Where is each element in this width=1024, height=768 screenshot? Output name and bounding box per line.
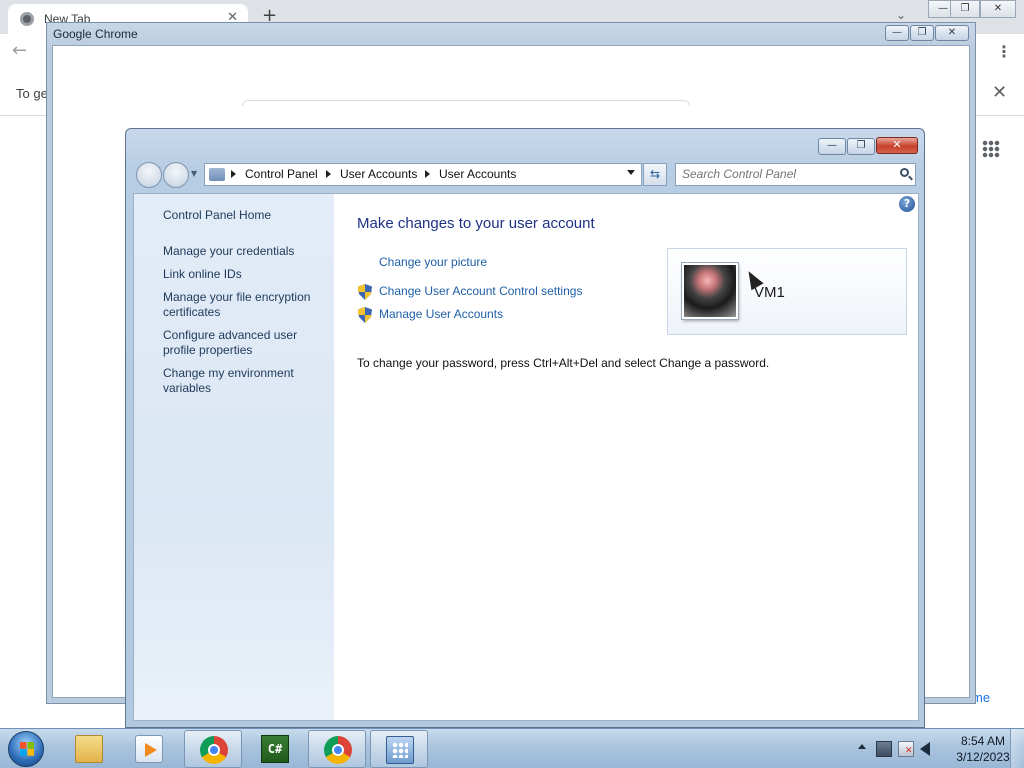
taskbar-chrome-button-2[interactable] <box>308 730 366 768</box>
windows-logo-icon <box>20 742 34 756</box>
taskbar: C# 8:54 AM 3/12/2023 <box>0 728 1024 768</box>
show-desktop-button[interactable] <box>1010 729 1024 768</box>
uac-shield-icon <box>358 307 372 323</box>
forward-button[interactable] <box>163 162 189 188</box>
chrome-apps-grid-icon[interactable] <box>982 140 1000 158</box>
network-icon[interactable] <box>876 741 892 757</box>
page-title: Make changes to your user account <box>357 215 595 232</box>
control-panel-home-link[interactable]: Control Panel Home <box>163 208 328 223</box>
google-chrome-caption-buttons: — ❐ ✕ <box>884 24 969 41</box>
chrome-close-button[interactable]: ✕ <box>980 0 1016 18</box>
account-name: VM1 <box>754 284 785 301</box>
gc-maximize-button[interactable]: ❐ <box>910 25 934 41</box>
clock-date: 3/12/2023 <box>956 750 1010 764</box>
clock[interactable]: 8:54 AM 3/12/2023 <box>948 733 1018 765</box>
control-panel-icon <box>386 736 414 764</box>
chrome-icon <box>200 736 228 764</box>
breadcrumb-user-accounts[interactable]: User Accounts <box>340 167 417 181</box>
chrome-menu-icon[interactable]: ⋮ <box>996 42 1012 61</box>
ua-maximize-button[interactable]: ❐ <box>847 138 875 155</box>
environment-variables-link[interactable]: Change my environment variables <box>163 366 328 396</box>
search-control-panel-box[interactable] <box>675 163 916 186</box>
password-instructions: To change your password, press Ctrl+Alt+… <box>357 356 770 370</box>
csharp-icon: C# <box>261 735 289 763</box>
chrome-infobar-text: To ge <box>16 86 48 101</box>
show-hidden-icons-icon[interactable] <box>858 744 866 749</box>
user-accounts-window: — ❐ ✕ ▼ Control Panel User Accounts User A… <box>125 128 925 728</box>
chrome-search-box-outline[interactable] <box>242 100 690 106</box>
breadcrumb-arrow-icon[interactable] <box>231 170 236 178</box>
chrome-favicon-icon <box>20 12 34 26</box>
volume-icon[interactable] <box>920 742 930 756</box>
breadcrumb-arrow-icon[interactable] <box>326 170 331 178</box>
change-picture-link[interactable]: Change your picture <box>379 255 487 269</box>
taskbar-chrome-button[interactable] <box>184 730 242 768</box>
search-input[interactable] <box>682 167 882 181</box>
advanced-profile-properties-link[interactable]: Configure advanced user profile properti… <box>163 328 328 358</box>
help-icon[interactable]: ? <box>899 196 915 212</box>
search-icon[interactable] <box>900 168 909 177</box>
taskbar-control-panel-button[interactable] <box>370 730 428 768</box>
account-card: VM1 <box>667 248 907 335</box>
back-button[interactable] <box>136 162 162 188</box>
google-chrome-window-title: Google Chrome <box>53 27 138 41</box>
notification-area: 8:54 AM 3/12/2023 <box>834 729 1024 768</box>
gc-minimize-button[interactable]: — <box>885 25 909 41</box>
action-center-icon[interactable] <box>898 741 914 757</box>
breadcrumb-control-panel[interactable]: Control Panel <box>245 167 318 181</box>
user-accounts-caption-buttons: — ❐ ✕ <box>817 137 918 155</box>
chrome-restore-button[interactable]: ❐ <box>950 0 980 18</box>
user-picture-avatar[interactable] <box>682 263 738 319</box>
taskbar-csharp-button[interactable]: C# <box>246 730 304 768</box>
chrome-back-icon[interactable]: ← <box>12 40 27 61</box>
breadcrumb-arrow-icon[interactable] <box>425 170 430 178</box>
user-accounts-content: Control Panel Home Manage your credentia… <box>133 193 919 721</box>
recent-pages-dropdown-icon[interactable]: ▼ <box>191 169 197 178</box>
taskbar-explorer-button[interactable] <box>60 730 118 768</box>
clock-time: 8:54 AM <box>960 734 1006 748</box>
chrome-infobar-close-icon[interactable]: ✕ <box>992 82 1007 103</box>
uac-shield-icon <box>358 284 372 300</box>
chrome-tab-search-icon[interactable]: ⌄ <box>896 8 906 22</box>
ua-close-button[interactable]: ✕ <box>876 137 918 154</box>
manage-user-accounts-link[interactable]: Manage User Accounts <box>379 307 503 321</box>
tasks-pane: Control Panel Home Manage your credentia… <box>134 194 334 720</box>
uac-settings-link[interactable]: Change User Account Control settings <box>379 284 582 298</box>
address-history-dropdown-icon[interactable] <box>627 170 635 175</box>
media-player-icon <box>135 735 163 763</box>
address-bar[interactable]: Control Panel User Accounts User Account… <box>204 163 642 186</box>
gc-close-button[interactable]: ✕ <box>935 25 969 41</box>
chrome-icon <box>324 736 352 764</box>
folder-icon <box>75 735 103 763</box>
file-encryption-certificates-link[interactable]: Manage your file encryption certificates <box>163 290 328 320</box>
link-online-ids-link[interactable]: Link online IDs <box>163 267 328 282</box>
refresh-icon[interactable]: ⇆ <box>643 163 667 186</box>
breadcrumb-user-accounts-current[interactable]: User Accounts <box>439 167 516 181</box>
taskbar-media-player-button[interactable] <box>120 730 178 768</box>
manage-credentials-link[interactable]: Manage your credentials <box>163 244 328 259</box>
ua-minimize-button[interactable]: — <box>818 138 846 155</box>
control-panel-icon <box>209 168 225 181</box>
start-button[interactable] <box>8 731 44 767</box>
